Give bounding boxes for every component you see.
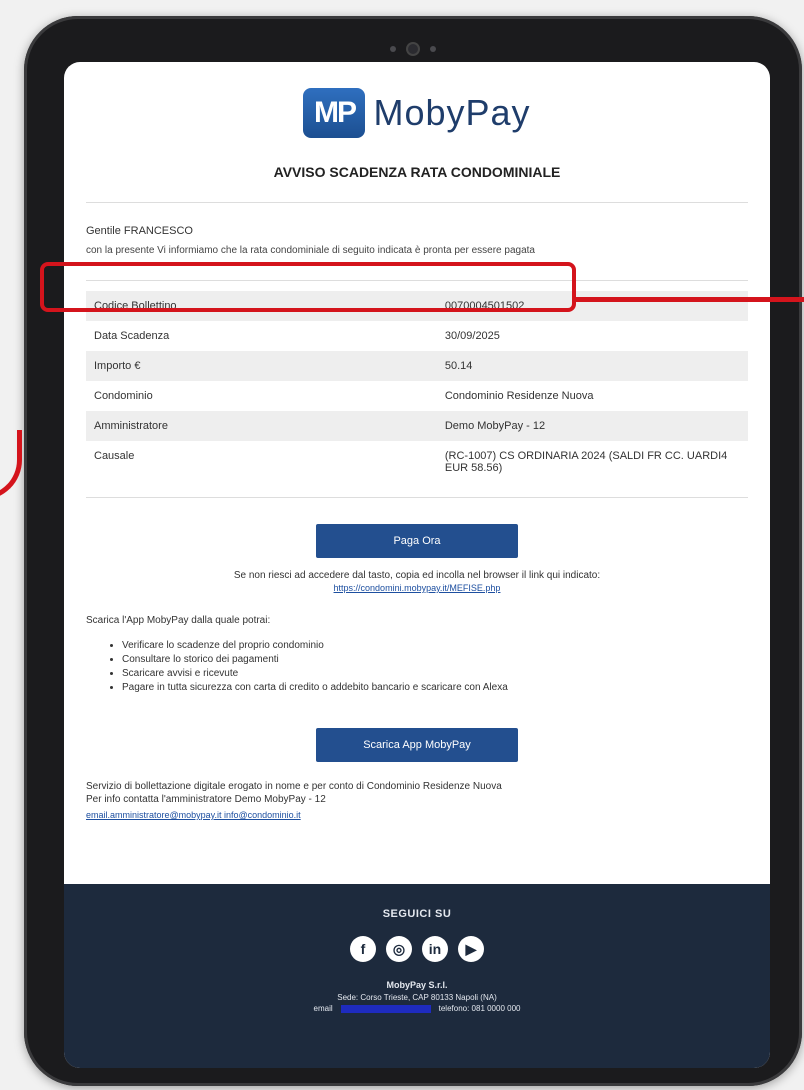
service-note: Servizio di bollettazione digitale eroga… (86, 762, 748, 806)
email-label: email (313, 1004, 333, 1013)
list-item: Verificare lo scadenze del proprio condo… (122, 640, 748, 654)
camera-dot (430, 46, 436, 52)
annotation-highlight-box (40, 262, 576, 312)
tablet-frame: MP MobyPay AVVISO SCADENZA RATA CONDOMIN… (24, 16, 802, 1086)
list-item: Pagare in tutta sicurezza con carta di c… (122, 682, 748, 696)
phone-text: telefono: 081 0000 000 (438, 1004, 521, 1013)
table-row: Causale (RC-1007) CS ORDINARIA 2024 (SAL… (86, 441, 748, 483)
logo-mark: MP (303, 88, 366, 138)
table-row: Condominio Condominio Residenze Nuova (86, 381, 748, 411)
service-note-line: Per info contatta l'amministratore Demo … (86, 794, 326, 805)
detail-value: 30/09/2025 (444, 330, 500, 342)
list-item: Scaricare avvisi e ricevute (122, 668, 748, 682)
notice-title: AVVISO SCADENZA RATA CONDOMINIALE (86, 146, 748, 203)
camera-dot (390, 46, 396, 52)
pay-now-button[interactable]: Paga Ora (316, 524, 518, 558)
details-table: Codice Bollettino 0070004501502 Data Sca… (86, 291, 748, 483)
annotation-pointer-line (576, 297, 804, 302)
payment-link[interactable]: https://condomini.mobypay.it/MEFISE.php (86, 581, 748, 593)
detail-label: Condominio (94, 390, 153, 402)
detail-value: Condominio Residenze Nuova (444, 390, 594, 402)
company-contacts: email telefono: 081 0000 000 (64, 1002, 770, 1013)
follow-label: SEGUICI SU (382, 908, 452, 920)
company-name: MobyPay S.r.l. (386, 980, 448, 990)
detail-value: 50.14 (436, 351, 748, 381)
social-icons: f ◎ in ▶ (64, 920, 770, 962)
features-intro: Scarica l'App MobyPay dalla quale potrai… (86, 615, 271, 626)
service-note-line: Servizio di bollettazione digitale eroga… (86, 781, 502, 792)
annotation-curve (0, 430, 22, 500)
youtube-icon[interactable]: ▶ (458, 936, 484, 962)
table-row: Data Scadenza 30/09/2025 (86, 321, 748, 351)
detail-value: (RC-1007) CS ORDINARIA 2024 (SALDI FR CC… (444, 450, 728, 474)
list-item: Consultare lo storico dei pagamenti (122, 654, 748, 668)
logo-text: MobyPay (373, 92, 531, 133)
camera-lens (408, 44, 418, 54)
email-screen: MP MobyPay AVVISO SCADENZA RATA CONDOMIN… (64, 62, 770, 1068)
facebook-icon[interactable]: f (350, 936, 376, 962)
camera-bar (24, 44, 802, 54)
download-app-button[interactable]: Scarica App MobyPay (316, 728, 518, 762)
table-row: Importo € 50.14 (86, 351, 748, 381)
contact-links[interactable]: email.amministratore@mobypay.it info@con… (86, 806, 748, 820)
features-list: Verificare lo scadenze del proprio condo… (86, 626, 748, 696)
detail-label: Data Scadenza (94, 330, 170, 342)
brand-logo: MP MobyPay (86, 62, 748, 146)
email-body: MP MobyPay AVVISO SCADENZA RATA CONDOMIN… (64, 62, 770, 820)
email-footer: SEGUICI SU f ◎ in ▶ MobyPay S.r.l. Sede:… (64, 884, 770, 1068)
detail-label: Causale (94, 450, 135, 462)
detail-label: Importo € (86, 351, 437, 381)
table-row: Amministratore Demo MobyPay - 12 (86, 411, 748, 441)
instagram-icon[interactable]: ◎ (386, 936, 412, 962)
linkedin-icon[interactable]: in (422, 936, 448, 962)
greeting: Gentile FRANCESCO (86, 225, 193, 237)
company-address: Sede: Corso Trieste, CAP 80133 Napoli (N… (337, 993, 497, 1002)
redacted-email (340, 1004, 431, 1013)
detail-label: Amministratore (86, 411, 437, 441)
detail-value: Demo MobyPay - 12 (436, 411, 748, 441)
alt-link-text: Se non riesci ad accedere dal tasto, cop… (233, 570, 601, 581)
